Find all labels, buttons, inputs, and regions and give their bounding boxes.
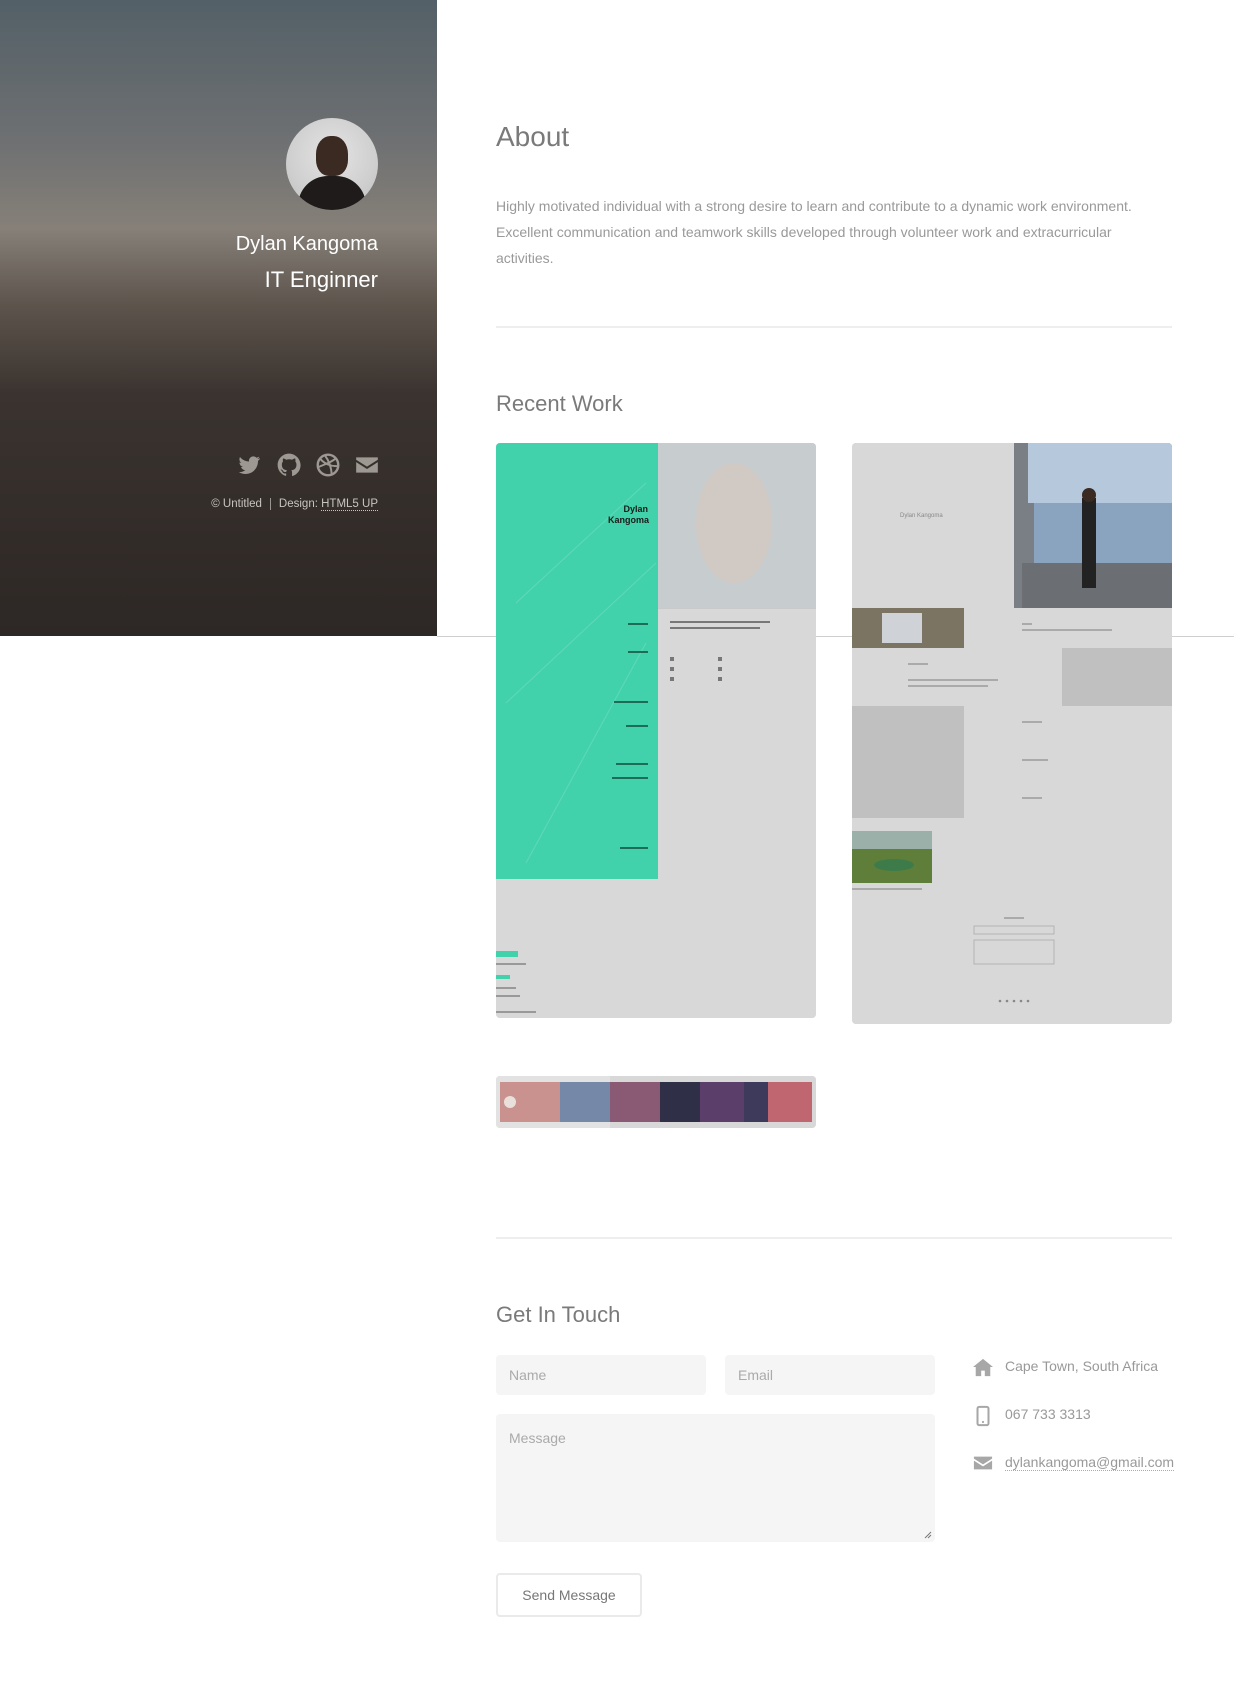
social-icons [236, 452, 380, 480]
design-link[interactable]: HTML5 UP [321, 498, 378, 512]
copyright-text: © Untitled [211, 498, 262, 511]
design-label: Design: [278, 498, 318, 511]
portfolio-screenshot-2 [852, 443, 1172, 1024]
email-field[interactable]: Email [725, 1355, 935, 1395]
message-field[interactable]: Message [496, 1414, 935, 1542]
name-field[interactable]: Name [496, 1355, 706, 1395]
dribbble-icon[interactable] [315, 452, 341, 478]
mobile-phone-icon [976, 1405, 990, 1427]
message-placeholder: Message [509, 1430, 566, 1446]
home-icon [973, 1358, 993, 1377]
about-title: About [496, 121, 570, 152]
section-divider [496, 326, 1172, 328]
phone-text: 067 733 3313 [1005, 1406, 1091, 1422]
portfolio-screenshot-3 [496, 1076, 816, 1128]
work-thumbnail-2[interactable]: Dylan Kangoma [852, 443, 1172, 1024]
section-divider [496, 1237, 1172, 1239]
avatar [286, 118, 378, 210]
profile-title: IT Enginner [264, 267, 378, 292]
email-link[interactable]: dylankangoma@gmail.com [1005, 1454, 1175, 1471]
work-thumbnail-1[interactable]: Dylan Kangoma [496, 443, 816, 1018]
card2-heading: Dylan Kangoma [900, 513, 943, 519]
github-icon[interactable] [276, 452, 302, 478]
recent-work-title: Recent Work [496, 391, 623, 416]
sidebar-header: Dylan Kangoma IT Enginner © Untitled Desi… [0, 0, 1234, 637]
copyright-footer: © Untitled Design: HTML5 UP [211, 498, 378, 512]
portfolio-screenshot-1 [496, 443, 816, 1018]
twitter-icon[interactable] [236, 452, 262, 478]
get-in-touch-title: Get In Touch [496, 1302, 621, 1327]
send-message-button[interactable]: Send Message [496, 1573, 642, 1617]
profile-name: Dylan Kangoma [235, 233, 378, 255]
resize-handle-icon[interactable] [924, 1531, 932, 1539]
work-thumbnail-3[interactable] [496, 1076, 816, 1128]
address-text: Cape Town, South Africa [1005, 1358, 1159, 1374]
about-text: Highly motivated individual with a stron… [496, 198, 1132, 266]
envelope-icon [973, 1456, 993, 1470]
card1-heading: Dylan Kangoma [608, 504, 650, 525]
envelope-icon[interactable] [354, 452, 380, 478]
